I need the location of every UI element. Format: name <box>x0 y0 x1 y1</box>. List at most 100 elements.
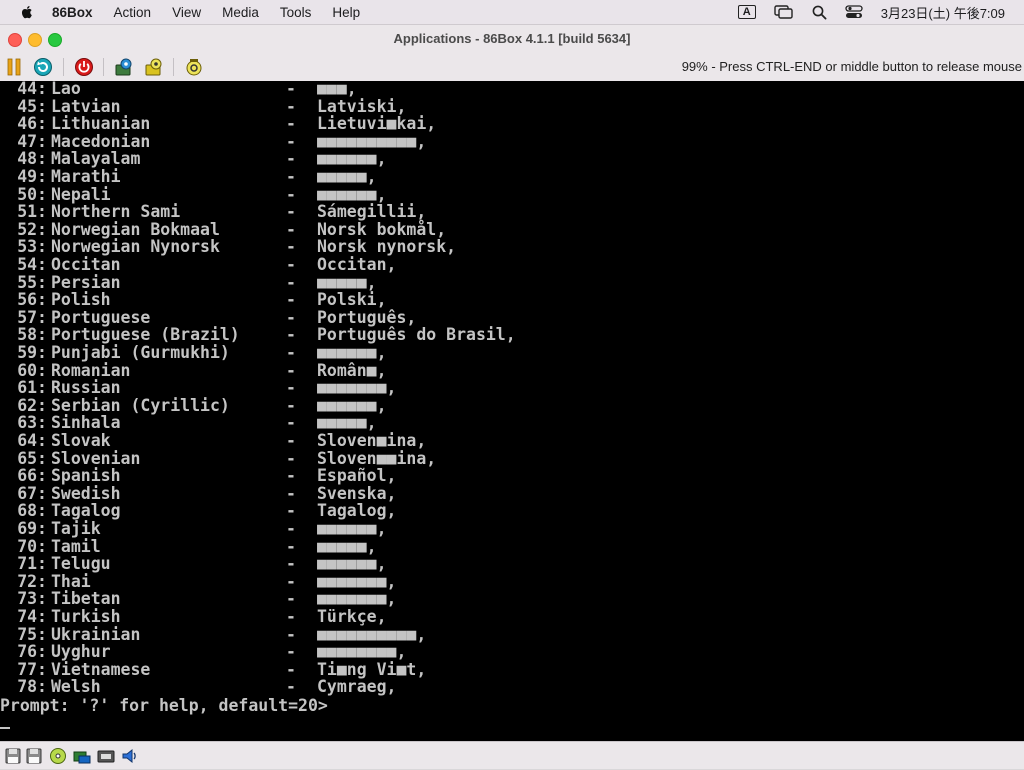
language-number: 49: <box>17 167 47 186</box>
screenshot-icon[interactable] <box>184 57 204 77</box>
language-row: 76: Uyghur - ■■■■■■■■, <box>0 643 1024 661</box>
menu-tools[interactable]: Tools <box>280 5 312 20</box>
floppy-2-icon[interactable] <box>25 747 43 765</box>
language-number: 60: <box>17 360 47 380</box>
hard-disk-icon[interactable] <box>73 747 91 765</box>
language-name: Occitan <box>51 255 121 274</box>
reset-icon[interactable] <box>33 57 53 77</box>
language-separator: - <box>286 237 296 257</box>
macos-menu-bar: 86Box Action View Media Tools Help A 3月2… <box>0 0 1024 25</box>
window-zoom-button[interactable] <box>48 33 62 47</box>
language-row: 59: Punjabi (Gurmukhi) - ■■■■■■, <box>0 344 1024 362</box>
toolbar-separator <box>63 58 64 76</box>
language-row: 47: Macedonian - ■■■■■■■■■■, <box>0 133 1024 151</box>
language-separator: - <box>286 536 296 556</box>
language-number: 52: <box>17 219 47 239</box>
floppy-1-icon[interactable] <box>4 747 22 765</box>
language-separator: - <box>286 589 296 609</box>
menu-view[interactable]: View <box>172 5 201 20</box>
language-number: 71: <box>17 554 47 574</box>
menubar-clock[interactable]: 3月23日(土) 午後7:09 <box>881 3 1005 22</box>
pause-icon[interactable] <box>4 57 24 77</box>
language-number: 72: <box>17 571 47 591</box>
language-native-name: ■■■■■■, <box>317 395 387 415</box>
menu-action[interactable]: Action <box>114 5 152 20</box>
language-native-name: ■■■■■■■■, <box>317 642 407 662</box>
power-icon[interactable] <box>74 57 94 77</box>
cdrom-icon[interactable] <box>49 747 67 765</box>
settings-icon[interactable] <box>114 57 134 77</box>
language-native-name: ■■■■■■■, <box>317 571 397 591</box>
language-name: Sinhala <box>51 413 121 433</box>
menu-app-name[interactable]: 86Box <box>52 5 93 20</box>
language-number: 76: <box>17 642 47 662</box>
language-name: Tamil <box>51 536 101 556</box>
language-separator: - <box>286 202 296 222</box>
language-name: Lao <box>51 81 81 98</box>
language-name: Tagalog <box>51 501 121 521</box>
control-center-icon[interactable] <box>845 5 863 19</box>
language-separator: - <box>286 554 296 574</box>
language-separator: - <box>286 378 296 398</box>
language-number: 55: <box>17 272 47 292</box>
apple-logo-icon[interactable] <box>19 4 35 20</box>
language-native-name: Español, <box>317 466 397 486</box>
toolbar-separator <box>103 58 104 76</box>
language-separator: - <box>286 571 296 591</box>
language-row: 62: Serbian (Cyrillic) - ■■■■■■, <box>0 397 1024 415</box>
spotlight-search-icon[interactable] <box>812 5 827 20</box>
language-name: Slovenian <box>51 448 141 468</box>
language-row: 73: Tibetan - ■■■■■■■, <box>0 590 1024 608</box>
language-row: 45: Latvian - Latviski, <box>0 96 1024 116</box>
language-separator: - <box>286 96 296 116</box>
language-separator: - <box>286 501 296 521</box>
language-row: 56: Polish - Polski, <box>0 291 1024 309</box>
network-icon[interactable] <box>97 747 115 765</box>
language-native-name: Türkçe, <box>317 607 387 626</box>
language-row: 77: Vietnamese - Ti■ng Vi■t, <box>0 661 1024 679</box>
language-native-name: Occitan, <box>317 255 397 274</box>
language-native-name: ■■■■■■, <box>317 149 387 169</box>
language-separator: - <box>286 413 296 433</box>
language-row: 58: Portuguese (Brazil) - Português do Bras… <box>0 326 1024 344</box>
language-name: Spanish <box>51 466 121 486</box>
language-name: Thai <box>51 571 91 591</box>
ctrl-alt-del-icon[interactable] <box>144 57 164 77</box>
language-separator: - <box>286 131 296 151</box>
emulated-screen[interactable]: 44: Lao - ■■■, 45: Latvian - Latviski, 46: Lithua… <box>0 81 1024 741</box>
language-number: 68: <box>17 501 47 521</box>
language-number: 46: <box>17 114 47 134</box>
emulator-toolbar: 99% - Press CTRL-END or middle button to… <box>0 52 1024 82</box>
language-separator: - <box>286 290 296 310</box>
language-number: 53: <box>17 237 47 257</box>
language-number: 73: <box>17 589 47 609</box>
language-native-name: Ti■ng Vi■t, <box>317 659 427 679</box>
dos-prompt: Prompt: '?' for help, default=20> <box>0 696 328 715</box>
language-row: 51: Northern Sami - Sámegillii, <box>0 203 1024 221</box>
language-native-name: Cymraeg, <box>317 677 397 697</box>
sound-icon[interactable] <box>121 747 139 765</box>
language-separator: - <box>286 519 296 538</box>
language-separator: - <box>286 624 296 644</box>
language-separator: - <box>286 448 296 468</box>
window-title-bar[interactable]: Applications - 86Box 4.1.1 [build 5634] <box>0 25 1024 52</box>
language-native-name: ■■■■■, <box>317 536 377 556</box>
window-minimize-button[interactable] <box>28 33 42 47</box>
language-number: 69: <box>17 519 47 538</box>
input-source-menu[interactable]: A <box>737 5 756 19</box>
language-native-name: Português, <box>317 307 417 327</box>
menu-media[interactable]: Media <box>222 5 259 20</box>
language-native-name: Tagalog, <box>317 501 397 521</box>
window-close-button[interactable] <box>8 33 22 47</box>
language-native-name: ■■■■■■■■■■, <box>317 624 427 644</box>
menu-help[interactable]: Help <box>332 5 360 20</box>
language-row: 71: Telugu - ■■■■■■, <box>0 555 1024 573</box>
language-separator: - <box>286 149 296 169</box>
language-native-name: Sámegillii, <box>317 202 427 222</box>
language-number: 45: <box>17 96 47 116</box>
language-number: 54: <box>17 255 47 274</box>
screen-mirroring-icon[interactable] <box>774 5 794 19</box>
language-number: 67: <box>17 483 47 503</box>
language-native-name: ■■■■■■, <box>317 184 387 204</box>
language-name: Serbian (Cyrillic) <box>51 395 230 415</box>
